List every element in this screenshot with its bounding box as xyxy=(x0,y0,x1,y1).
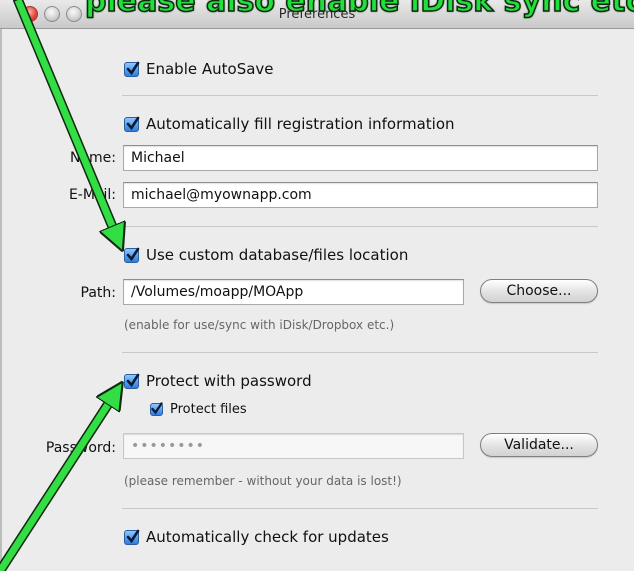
auto-registration-label: Automatically fill registration informat… xyxy=(146,115,455,133)
protect-files-label: Protect files xyxy=(170,402,247,417)
annotation-banner: please also enable iDisk sync etc. xyxy=(84,0,634,20)
separator xyxy=(122,226,598,227)
validate-button[interactable]: Validate... xyxy=(480,433,598,457)
autosave-checkbox[interactable]: Enable AutoSave xyxy=(124,60,274,78)
name-label: Name: xyxy=(69,150,116,166)
check-updates-checkbox[interactable]: Automatically check for updates xyxy=(124,528,389,546)
window-edge xyxy=(0,29,2,571)
email-field[interactable]: michael@myownapp.com xyxy=(123,182,598,208)
checkbox-checked-icon[interactable] xyxy=(124,61,140,77)
name-field[interactable]: Michael xyxy=(123,145,598,171)
separator xyxy=(122,508,598,509)
protect-password-label: Protect with password xyxy=(146,372,312,390)
email-label: E-Mail: xyxy=(68,187,116,203)
checkbox-checked-icon[interactable] xyxy=(124,529,140,545)
path-hint: (enable for use/sync with iDisk/Dropbox … xyxy=(124,318,395,332)
checkbox-checked-icon[interactable] xyxy=(124,373,140,389)
path-label: Path: xyxy=(80,285,116,301)
custom-location-checkbox[interactable]: Use custom database/files location xyxy=(124,246,408,264)
checkbox-checked-icon[interactable] xyxy=(124,247,140,263)
separator xyxy=(122,352,598,353)
autosave-label: Enable AutoSave xyxy=(146,60,274,78)
auto-registration-checkbox[interactable]: Automatically fill registration informat… xyxy=(124,115,455,133)
checkbox-checked-icon[interactable] xyxy=(124,116,140,132)
password-label: Password: xyxy=(45,440,116,456)
password-hint: (please remember - without your data is … xyxy=(124,474,402,488)
custom-location-label: Use custom database/files location xyxy=(146,246,409,264)
protect-files-checkbox[interactable]: Protect files xyxy=(150,402,247,417)
path-field[interactable]: /Volumes/moapp/MOApp xyxy=(123,279,464,305)
choose-button[interactable]: Choose... xyxy=(480,279,598,303)
protect-password-checkbox[interactable]: Protect with password xyxy=(124,372,312,390)
checkbox-checked-icon[interactable] xyxy=(150,402,163,416)
check-updates-label: Automatically check for updates xyxy=(146,528,389,546)
separator xyxy=(122,95,598,96)
password-field[interactable]: •••••••• xyxy=(123,433,464,459)
